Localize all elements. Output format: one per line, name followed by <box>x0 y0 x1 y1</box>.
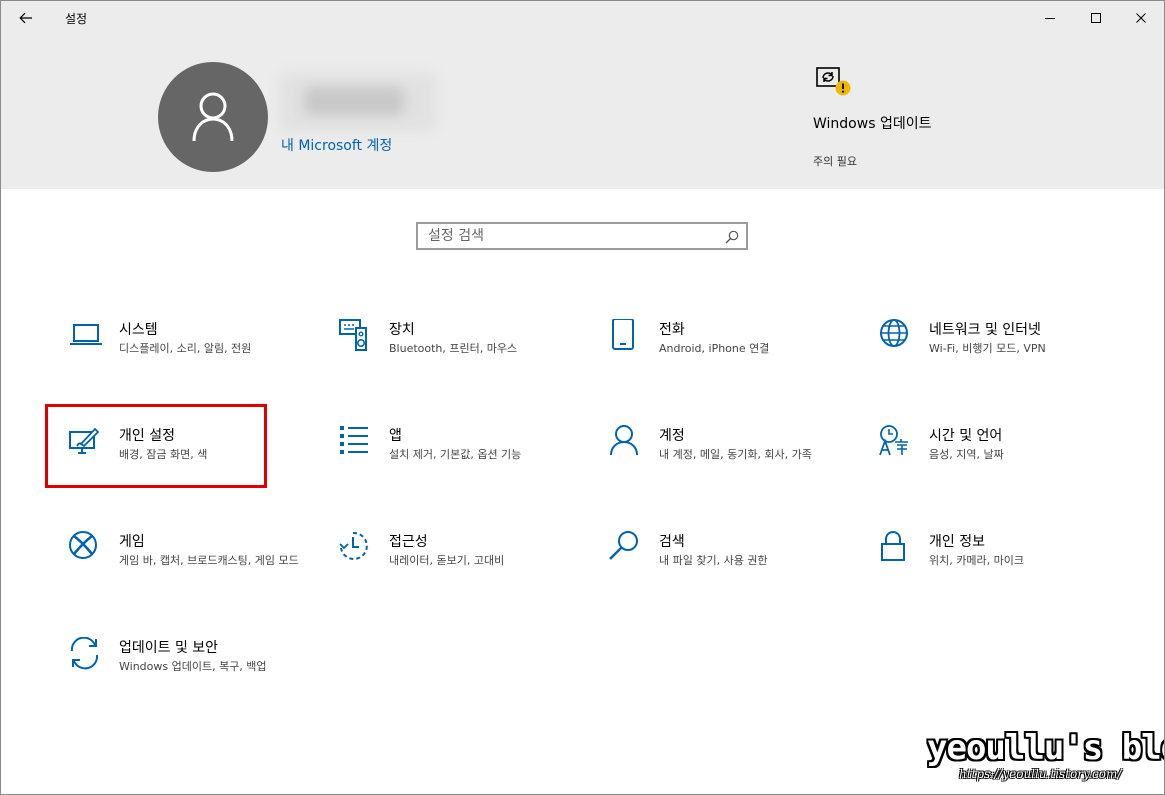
time-language-icon <box>879 425 908 456</box>
tile-network[interactable]: 네트워크 및 인터넷 Wi-Fi, 비행기 모드, VPN <box>879 319 1119 409</box>
tile-description: Android, iPhone 연결 <box>659 342 770 355</box>
tile-name: 검색 <box>659 534 685 550</box>
back-button[interactable] <box>9 1 43 35</box>
blog-watermark-url: https://yeoullu.tistory.com/ <box>959 767 1122 781</box>
close-button[interactable] <box>1118 1 1164 35</box>
account-header: 내 Microsoft 계정 Windows 업데이트 주의 필요 <box>1 35 1164 189</box>
tile-name: 전화 <box>659 322 685 338</box>
laptop-icon <box>70 324 102 345</box>
tile-description: 설치 제거, 기본값, 옵션 기능 <box>389 448 522 461</box>
tile-description: 내 계정, 메일, 동기화, 회사, 가족 <box>659 448 812 461</box>
magnifier-icon <box>609 531 638 560</box>
tile-description: 게임 바, 캡처, 브로드캐스팅, 게임 모드 <box>119 554 299 567</box>
tile-apps[interactable]: 앱 설치 제거, 기본값, 옵션 기능 <box>339 425 579 515</box>
tile-update-security[interactable]: 업데이트 및 보안 Windows 업데이트, 복구, 백업 <box>69 637 309 727</box>
tile-accounts[interactable]: 계정 내 계정, 메일, 동기화, 회사, 가족 <box>609 425 849 515</box>
search-icon[interactable] <box>724 229 740 245</box>
tile-gaming[interactable]: 게임 게임 바, 캡처, 브로드캐스팅, 게임 모드 <box>69 531 309 621</box>
tile-name: 장치 <box>389 322 415 338</box>
tile-accessibility[interactable]: 접근성 내레이터, 돋보기, 고대비 <box>339 531 579 621</box>
maximize-icon <box>1091 13 1101 23</box>
windows-update-status: 주의 필요 <box>813 155 857 168</box>
windows-update-warning-icon[interactable] <box>813 62 853 102</box>
tile-devices[interactable]: 장치 Bluetooth, 프린터, 마우스 <box>339 319 579 409</box>
highlight-box <box>45 404 267 488</box>
windows-update-title[interactable]: Windows 업데이트 <box>813 115 933 134</box>
tile-name: 업데이트 및 보안 <box>119 640 219 656</box>
title-bar: 설정 <box>1 1 1164 35</box>
tile-description: 디스플레이, 소리, 알림, 전원 <box>119 342 252 355</box>
minimize-icon <box>1045 18 1055 19</box>
tile-name: 게임 <box>119 534 145 550</box>
tile-description: Windows 업데이트, 복구, 백업 <box>119 660 267 673</box>
tile-name: 시스템 <box>119 322 158 338</box>
tile-name: 개인 정보 <box>929 534 985 550</box>
avatar[interactable] <box>158 62 268 172</box>
phone-icon <box>612 319 634 350</box>
blog-watermark: yeoullu's blog <box>927 728 1164 768</box>
lock-icon <box>881 531 905 561</box>
tile-name: 계정 <box>659 428 685 444</box>
user-silhouette-icon <box>192 92 234 142</box>
tile-description: Bluetooth, 프린터, 마우스 <box>389 342 518 355</box>
globe-icon <box>880 319 908 347</box>
search-input[interactable] <box>428 227 708 245</box>
settings-window: 설정 내 Microsoft 계정 Windows 업데이트 주의 필요 설정 … <box>0 0 1165 795</box>
close-icon <box>1136 13 1146 23</box>
tile-description: 내레이터, 돋보기, 고대비 <box>389 554 505 567</box>
tile-description: 위치, 카메라, 마이크 <box>929 554 1024 567</box>
devices-icon <box>339 319 367 351</box>
minimize-button[interactable] <box>1027 1 1073 35</box>
tile-description: 내 파일 찾기, 사용 권한 <box>659 554 768 567</box>
xbox-icon <box>69 531 97 559</box>
tile-description: Wi-Fi, 비행기 모드, VPN <box>929 342 1046 355</box>
tile-name: 접근성 <box>389 534 428 550</box>
tile-description: 음성, 지역, 날짜 <box>929 448 1004 461</box>
person-icon <box>610 425 638 456</box>
maximize-button[interactable] <box>1073 1 1119 35</box>
tile-phone[interactable]: 전화 Android, iPhone 연결 <box>609 319 849 409</box>
app-title: 설정 <box>65 12 88 26</box>
blurred-user-name <box>280 73 436 131</box>
tile-search[interactable]: 검색 내 파일 찾기, 사용 권한 <box>609 531 849 621</box>
back-arrow-icon <box>19 12 32 24</box>
settings-search-box[interactable] <box>416 222 748 250</box>
tile-time-language[interactable]: 시간 및 언어 음성, 지역, 날짜 <box>879 425 1119 515</box>
accessibility-icon <box>339 531 368 560</box>
tile-name: 네트워크 및 인터넷 <box>929 322 1041 338</box>
sync-icon <box>70 637 99 670</box>
tile-name: 시간 및 언어 <box>929 428 1003 444</box>
microsoft-account-link[interactable]: 내 Microsoft 계정 <box>281 135 392 155</box>
tile-privacy[interactable]: 개인 정보 위치, 카메라, 마이크 <box>879 531 1119 621</box>
tile-system[interactable]: 시스템 디스플레이, 소리, 알림, 전원 <box>69 319 309 409</box>
tile-name: 앱 <box>389 428 402 444</box>
apps-list-icon <box>340 426 368 454</box>
